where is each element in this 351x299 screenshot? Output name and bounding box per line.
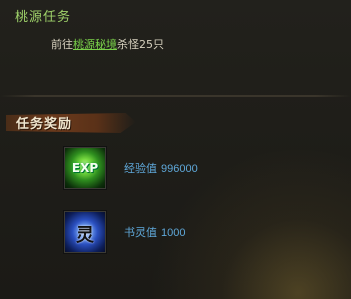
exp-orb-icon[interactable]: EXP <box>63 146 107 190</box>
reward-exp-text: 经验值 996000 <box>124 160 198 176</box>
exp-icon-label: EXP <box>71 161 99 175</box>
spirit-icon-glyph: 灵 <box>76 225 94 246</box>
quest-panel: 桃源任务 前往桃源秘境杀怪25只 任务奖励 EXP 经验值 996000 灵 书灵… <box>0 0 351 299</box>
quest-location-link[interactable]: 桃源秘境 <box>73 38 117 51</box>
rewards-header-label: 任务奖励 <box>16 117 73 132</box>
reward-spirit-text: 书灵值 1000 <box>124 224 185 240</box>
spirit-orb-icon[interactable]: 灵 <box>63 210 107 254</box>
quest-objective-suffix: 杀怪25只 <box>117 38 164 51</box>
quest-objective-prefix: 前往 <box>51 38 73 51</box>
rewards-header: 任务奖励 <box>6 110 136 136</box>
reward-exp-name: 经验值 <box>124 162 157 175</box>
reward-exp-value: 996000 <box>161 163 198 175</box>
quest-objective: 前往桃源秘境杀怪25只 <box>51 36 164 52</box>
quest-title: 桃源任务 <box>15 10 72 25</box>
reward-spirit-name: 书灵值 <box>124 226 157 239</box>
section-divider <box>0 95 351 97</box>
reward-spirit-value: 1000 <box>161 227 186 239</box>
